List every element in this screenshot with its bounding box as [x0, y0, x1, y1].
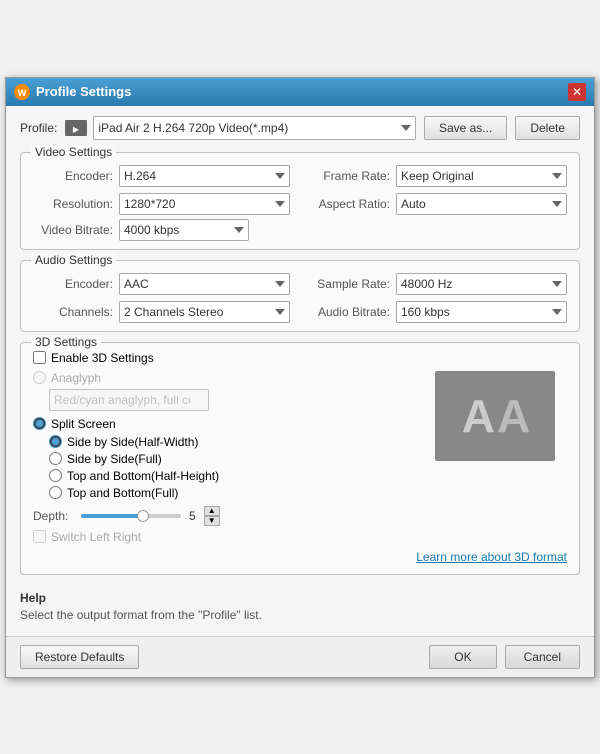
depth-slider-track [81, 514, 141, 518]
channels-select[interactable]: 2 Channels Stereo [119, 301, 290, 323]
audio-bitrate-field: Audio Bitrate: 160 kbps [310, 301, 567, 323]
enable-3d-label: Enable 3D Settings [51, 351, 154, 365]
frame-rate-select[interactable]: Keep Original [396, 165, 567, 187]
profile-select-wrap: ▶ iPad Air 2 H.264 720p Video(*.mp4) [65, 116, 416, 140]
sample-rate-label: Sample Rate: [310, 277, 390, 291]
delete-button[interactable]: Delete [515, 116, 580, 140]
profile-thumb-icon: ▶ [65, 120, 87, 136]
depth-increment-button[interactable]: ▲ [204, 506, 220, 516]
split-screen-label: Split Screen [51, 417, 116, 431]
learn-more-link[interactable]: Learn more about 3D format [416, 550, 567, 564]
audio-bitrate-select[interactable]: 160 kbps [396, 301, 567, 323]
aspect-ratio-select[interactable]: Auto [396, 193, 567, 215]
ok-button[interactable]: OK [429, 645, 496, 669]
3d-settings-section: 3D Settings A A Enable 3D Settings Anagl… [20, 342, 580, 575]
aspect-ratio-label: Aspect Ratio: [310, 197, 390, 211]
top-bottom-half-radio[interactable] [49, 469, 62, 482]
side-by-side-full-radio[interactable] [49, 452, 62, 465]
audio-settings-section: Audio Settings Encoder: AAC Sample Rate:… [20, 260, 580, 332]
close-button[interactable]: ✕ [568, 83, 586, 101]
encoder-label: Encoder: [33, 169, 113, 183]
switch-lr-row: Switch Left Right [33, 530, 567, 544]
audio-settings-grid: Encoder: AAC Sample Rate: 48000 Hz Chann… [33, 273, 567, 323]
anaglyph-label: Anaglyph [51, 371, 101, 385]
video-settings-section: Video Settings Encoder: H.264 Frame Rate… [20, 152, 580, 250]
resolution-select[interactable]: 1280*720 [119, 193, 290, 215]
audio-bitrate-label: Audio Bitrate: [310, 305, 390, 319]
switch-lr-label: Switch Left Right [51, 530, 141, 544]
split-screen-radio[interactable] [33, 417, 46, 430]
encoder-select[interactable]: H.264 [119, 165, 290, 187]
learn-more-row: Learn more about 3D format [33, 550, 567, 564]
side-by-side-full-label: Side by Side(Full) [67, 452, 162, 466]
split-option-3-row: Top and Bottom(Half-Height) [49, 469, 567, 483]
svg-text:W: W [18, 88, 27, 98]
preview-letter-left: A [462, 389, 493, 443]
dialog-content: Profile: ▶ iPad Air 2 H.264 720p Video(*… [6, 106, 594, 636]
titlebar: W Profile Settings ✕ [6, 78, 594, 106]
channels-label: Channels: [33, 305, 113, 319]
restore-defaults-button[interactable]: Restore Defaults [20, 645, 139, 669]
frame-rate-label: Frame Rate: [310, 169, 390, 183]
audio-encoder-field: Encoder: AAC [33, 273, 290, 295]
depth-decrement-button[interactable]: ▼ [204, 516, 220, 526]
audio-settings-title: Audio Settings [31, 253, 116, 267]
save-as-button[interactable]: Save as... [424, 116, 507, 140]
svg-text:▶: ▶ [73, 125, 80, 134]
video-bitrate-select[interactable]: 4000 kbps [119, 219, 249, 241]
depth-label: Depth: [33, 509, 73, 523]
depth-slider[interactable] [81, 514, 181, 518]
anaglyph-type-select[interactable]: Red/cyan anaglyph, full color [49, 389, 209, 411]
video-bitrate-label: Video Bitrate: [33, 223, 113, 237]
aspect-ratio-field: Aspect Ratio: Auto [310, 193, 567, 215]
enable-3d-row: Enable 3D Settings [33, 351, 567, 365]
video-settings-title: Video Settings [31, 145, 116, 159]
channels-field: Channels: 2 Channels Stereo [33, 301, 290, 323]
footer: Restore Defaults OK Cancel [6, 636, 594, 677]
sample-rate-field: Sample Rate: 48000 Hz [310, 273, 567, 295]
profile-row: Profile: ▶ iPad Air 2 H.264 720p Video(*… [20, 116, 580, 140]
top-bottom-half-label: Top and Bottom(Half-Height) [67, 469, 219, 483]
depth-spinner: ▲ ▼ [204, 506, 220, 526]
dialog-title: Profile Settings [36, 84, 131, 99]
3d-preview: A A [435, 371, 555, 461]
resolution-field: Resolution: 1280*720 [33, 193, 290, 215]
depth-value: 5 [189, 509, 196, 523]
help-title: Help [20, 591, 580, 605]
app-icon: W [14, 84, 30, 100]
sample-rate-select[interactable]: 48000 Hz [396, 273, 567, 295]
help-text: Select the output format from the "Profi… [20, 608, 580, 622]
profile-label: Profile: [20, 121, 57, 135]
footer-right-buttons: OK Cancel [429, 645, 580, 669]
titlebar-left: W Profile Settings [14, 84, 131, 100]
enable-3d-checkbox[interactable] [33, 351, 46, 364]
frame-rate-field: Frame Rate: Keep Original [310, 165, 567, 187]
preview-letter-right: A [497, 389, 528, 443]
video-settings-grid: Encoder: H.264 Frame Rate: Keep Original… [33, 165, 567, 215]
profile-select[interactable]: iPad Air 2 H.264 720p Video(*.mp4) [93, 116, 416, 140]
resolution-label: Resolution: [33, 197, 113, 211]
side-by-side-half-radio[interactable] [49, 435, 62, 448]
3d-settings-title: 3D Settings [31, 335, 101, 349]
side-by-side-half-label: Side by Side(Half-Width) [67, 435, 198, 449]
audio-encoder-select[interactable]: AAC [119, 273, 290, 295]
depth-row: Depth: 5 ▲ ▼ [33, 506, 567, 526]
depth-slider-thumb[interactable] [137, 510, 149, 522]
3d-settings-inner: A A Enable 3D Settings Anaglyph Red/cyan… [33, 351, 567, 544]
encoder-field: Encoder: H.264 [33, 165, 290, 187]
profile-settings-dialog: W Profile Settings ✕ Profile: ▶ iPad Air… [5, 77, 595, 678]
top-bottom-full-label: Top and Bottom(Full) [67, 486, 178, 500]
cancel-button[interactable]: Cancel [505, 645, 580, 669]
anaglyph-radio[interactable] [33, 371, 46, 384]
split-option-4-row: Top and Bottom(Full) [49, 486, 567, 500]
switch-lr-checkbox[interactable] [33, 530, 46, 543]
top-bottom-full-radio[interactable] [49, 486, 62, 499]
audio-encoder-label: Encoder: [33, 277, 113, 291]
help-section: Help Select the output format from the "… [20, 585, 580, 626]
video-bitrate-row: Video Bitrate: 4000 kbps [33, 219, 567, 241]
